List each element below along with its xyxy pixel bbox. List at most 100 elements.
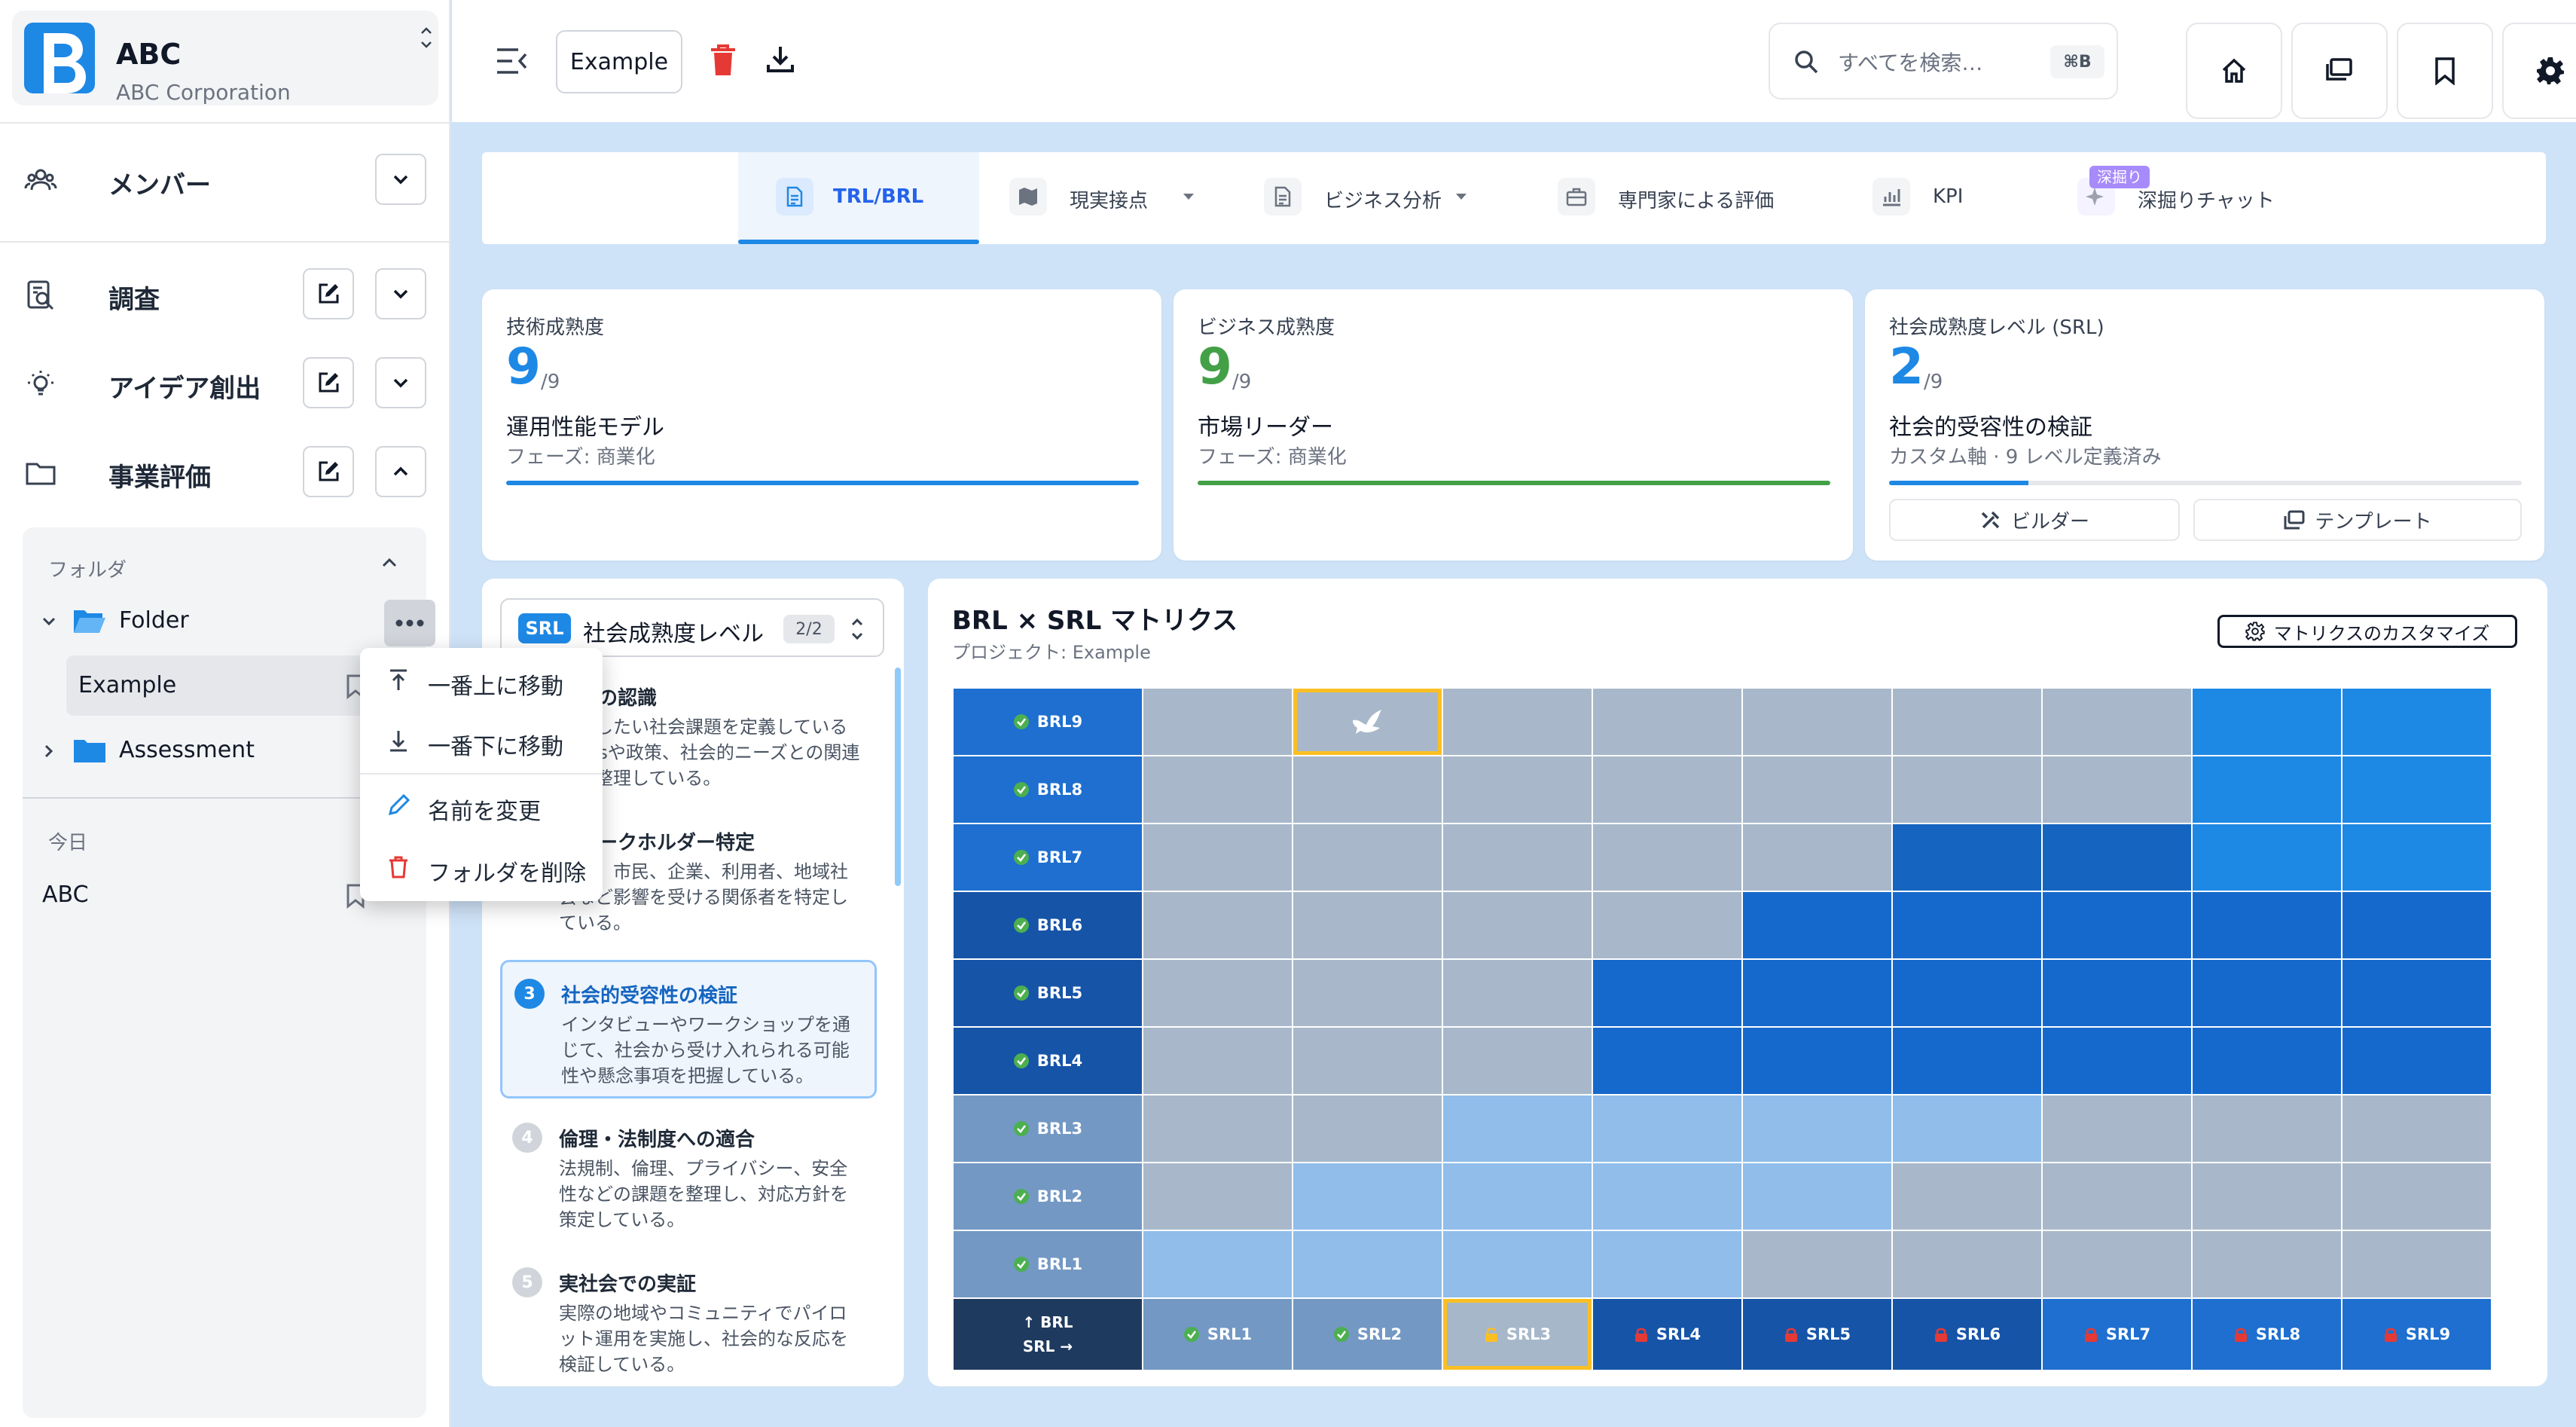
matrix-cell[interactable] (1743, 824, 1891, 891)
matrix-cell[interactable] (2043, 892, 2191, 958)
menu-collapse-icon[interactable] (496, 47, 527, 75)
menu-move-bottom[interactable]: 一番下に移動 (360, 710, 603, 770)
level-item[interactable]: 4 倫理・法制度への適合 法規制、倫理、プライバシー、安全性などの課題を整理し、… (500, 1106, 877, 1242)
level-item[interactable]: 5 実社会での実証 実際の地域やコミュニティでパイロット運用を実施し、社会的な反… (500, 1251, 877, 1386)
matrix-cell[interactable] (1293, 689, 1442, 755)
col-header-srl9[interactable]: SRL9 (2343, 1299, 2491, 1370)
edit-button[interactable] (303, 357, 354, 408)
matrix-cell[interactable] (1293, 1231, 1442, 1297)
trash-icon[interactable] (710, 44, 737, 77)
tab-trl-brl[interactable]: TRL/BRL (738, 152, 979, 244)
chevron-down-button[interactable] (375, 357, 426, 408)
matrix-cell[interactable] (1143, 824, 1292, 891)
matrix-cell[interactable] (1143, 1163, 1292, 1230)
matrix-cell[interactable] (2343, 824, 2491, 891)
matrix-cell[interactable] (1743, 1163, 1891, 1230)
matrix-cell[interactable] (1443, 1095, 1592, 1162)
chevron-down-button[interactable] (375, 154, 426, 205)
col-header-srl7[interactable]: SRL7 (2043, 1299, 2191, 1370)
matrix-cell[interactable] (1593, 892, 1741, 958)
matrix-cell[interactable] (1143, 689, 1292, 755)
matrix-cell[interactable] (1443, 960, 1592, 1026)
tab-kpi[interactable]: KPI (1872, 152, 1993, 244)
matrix-cell[interactable] (1143, 1028, 1292, 1094)
matrix-cell[interactable] (1893, 689, 2041, 755)
matrix-cell[interactable] (2043, 689, 2191, 755)
chevron-right-icon[interactable] (39, 741, 59, 761)
tab-expert-eval[interactable]: 専門家による評価 (1558, 152, 1799, 244)
matrix-cell[interactable] (1293, 1095, 1442, 1162)
matrix-cell[interactable] (2193, 1231, 2341, 1297)
matrix-cell[interactable] (1593, 756, 1741, 823)
matrix-cell[interactable] (1593, 1095, 1741, 1162)
matrix-cell[interactable] (1293, 824, 1442, 891)
matrix-cell[interactable] (1593, 824, 1741, 891)
matrix-cell[interactable] (1143, 892, 1292, 958)
matrix-cell[interactable] (1593, 689, 1741, 755)
matrix-cell[interactable] (1143, 756, 1292, 823)
settings-button[interactable] (2502, 23, 2576, 119)
matrix-cell[interactable] (2193, 1028, 2341, 1094)
matrix-cell[interactable] (1743, 1028, 1891, 1094)
matrix-cell[interactable] (1293, 1028, 1442, 1094)
matrix-cell[interactable] (1443, 689, 1592, 755)
chevron-up-button[interactable] (375, 446, 426, 497)
matrix-cell[interactable] (1743, 960, 1891, 1026)
matrix-cell[interactable] (1443, 756, 1592, 823)
folder-item-folder[interactable]: Folder (32, 591, 435, 651)
matrix-cell[interactable] (1893, 756, 2041, 823)
matrix-cell[interactable] (2193, 689, 2341, 755)
matrix-cell[interactable] (1593, 1163, 1741, 1230)
matrix-cell[interactable] (1893, 824, 2041, 891)
nav-idea[interactable]: アイデア創出 (0, 353, 450, 413)
col-header-srl5[interactable]: SRL5 (1743, 1299, 1891, 1370)
projects-button[interactable] (2291, 23, 2388, 119)
matrix-cell[interactable] (1293, 960, 1442, 1026)
matrix-cell[interactable] (1593, 1231, 1741, 1297)
matrix-cell[interactable] (2043, 756, 2191, 823)
matrix-cell[interactable] (2043, 1163, 2191, 1230)
matrix-cell[interactable] (2193, 1163, 2341, 1230)
today-item[interactable]: ABC (32, 865, 416, 925)
menu-move-top[interactable]: 一番上に移動 (360, 649, 603, 710)
matrix-cell[interactable] (1893, 1163, 2041, 1230)
nav-business-eval[interactable]: 事業評価 (0, 442, 450, 502)
matrix-cell[interactable] (2043, 960, 2191, 1026)
matrix-cell[interactable] (2343, 1095, 2491, 1162)
matrix-cell[interactable] (2193, 892, 2341, 958)
matrix-cell[interactable] (2343, 960, 2491, 1026)
matrix-cell[interactable] (1293, 892, 1442, 958)
matrix-cell[interactable] (1143, 960, 1292, 1026)
matrix-cell[interactable] (1893, 892, 2041, 958)
matrix-cell[interactable] (1443, 1231, 1592, 1297)
col-header-srl4[interactable]: SRL4 (1593, 1299, 1741, 1370)
matrix-cell[interactable] (1443, 824, 1592, 891)
matrix-cell[interactable] (2343, 689, 2491, 755)
col-header-srl6[interactable]: SRL6 (1893, 1299, 2041, 1370)
project-name-button[interactable]: Example (556, 30, 682, 93)
edit-button[interactable] (303, 446, 354, 497)
template-button[interactable]: テンプレート (2193, 499, 2522, 541)
home-button[interactable] (2186, 23, 2282, 119)
folder-item-assessment[interactable]: Assessment (32, 720, 416, 781)
nav-research[interactable]: 調査 (0, 264, 450, 324)
matrix-cell[interactable] (1593, 1028, 1741, 1094)
edit-button[interactable] (303, 268, 354, 319)
matrix-cell[interactable] (2343, 1028, 2491, 1094)
matrix-cell[interactable] (1743, 1231, 1891, 1297)
matrix-cell[interactable] (1743, 689, 1891, 755)
matrix-cell[interactable] (1293, 756, 1442, 823)
matrix-cell[interactable] (1143, 1231, 1292, 1297)
matrix-cell[interactable] (1893, 1095, 2041, 1162)
chevron-down-button[interactable] (375, 268, 426, 319)
matrix-cell[interactable] (1443, 1163, 1592, 1230)
matrix-cell[interactable] (2043, 1231, 2191, 1297)
matrix-cell[interactable] (1143, 1095, 1292, 1162)
matrix-cell[interactable] (2343, 1231, 2491, 1297)
matrix-cell[interactable] (2193, 1095, 2341, 1162)
col-header-srl3[interactable]: SRL3 (1443, 1299, 1592, 1370)
menu-rename[interactable]: 名前を変更 (360, 775, 603, 835)
matrix-cell[interactable] (1293, 1163, 1442, 1230)
chevron-up-icon[interactable] (377, 550, 402, 576)
matrix-cell[interactable] (2043, 1028, 2191, 1094)
